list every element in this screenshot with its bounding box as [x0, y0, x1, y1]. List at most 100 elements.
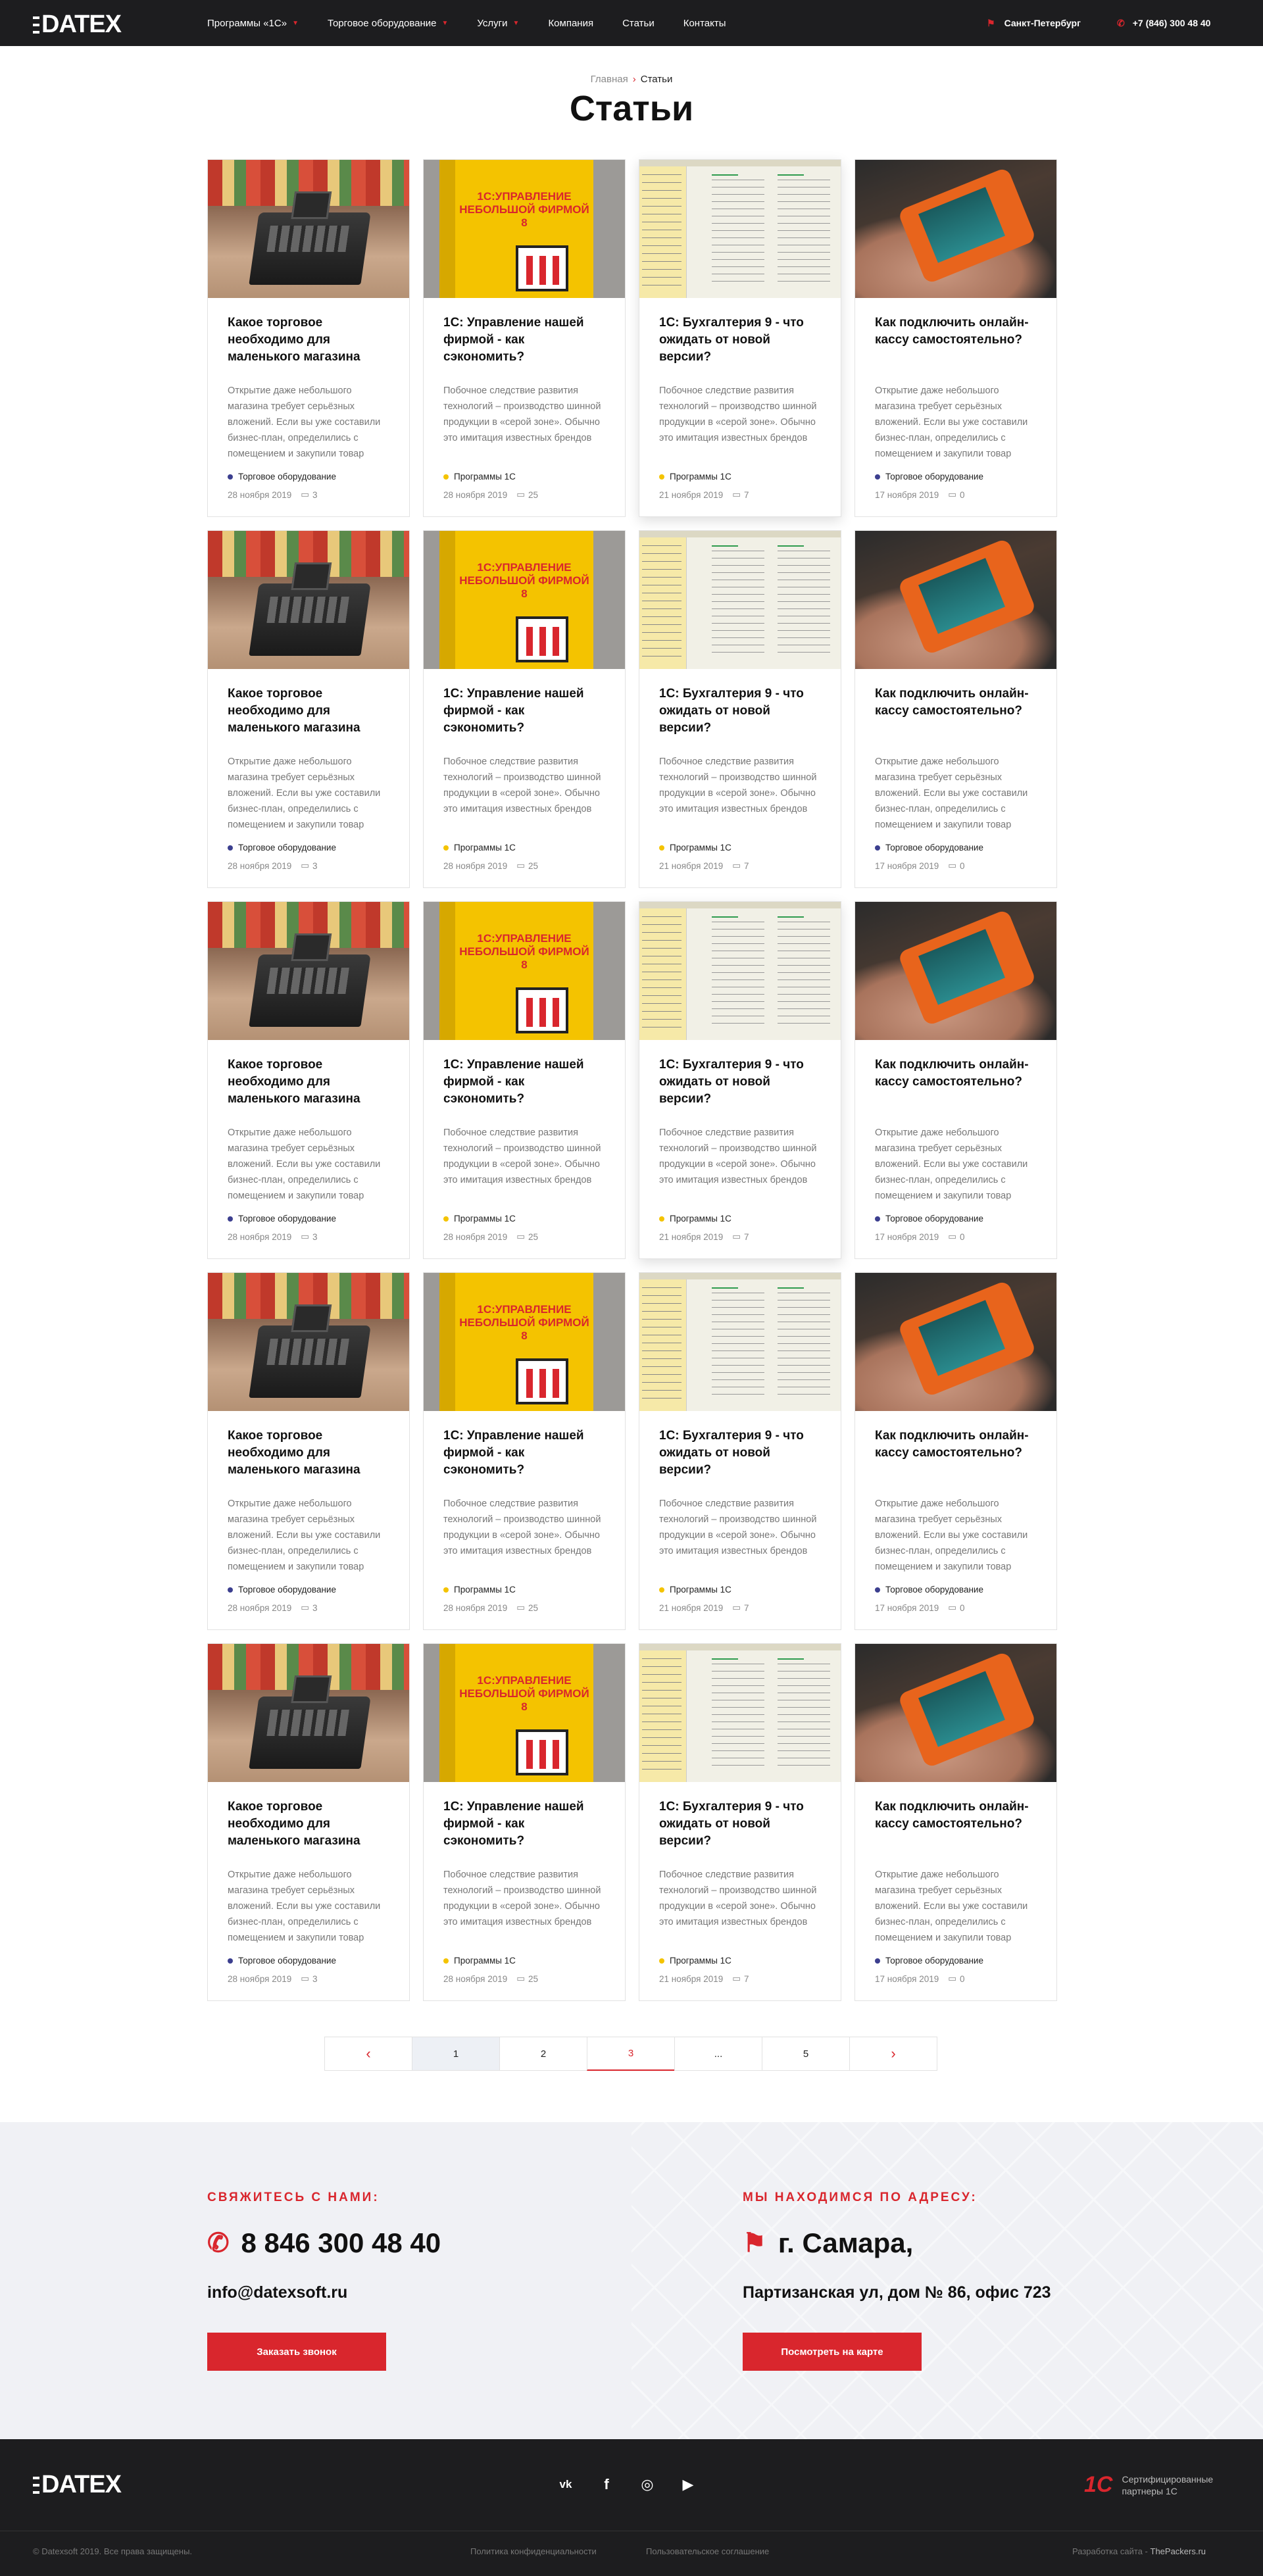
comment-count: 3: [312, 1973, 318, 1984]
article-meta: 17 ноября 2019 ▭ 0: [875, 1602, 1037, 1613]
article-category: Программы 1С: [443, 1956, 605, 1966]
header-phone[interactable]: ✆ +7 (846) 300 48 40: [1117, 0, 1210, 46]
pagination-next-button[interactable]: ›: [849, 2037, 937, 2071]
city-selector[interactable]: ⚑ Санкт-Петербург: [987, 0, 1081, 46]
developer-link[interactable]: ThePackers.ru: [1151, 2546, 1206, 2556]
breadcrumb-home[interactable]: Главная: [591, 74, 628, 85]
facebook-icon[interactable]: f: [597, 2475, 616, 2494]
article-card[interactable]: 1С:УПРАВЛЕНИЕ НЕБОЛЬШОЙ ФИРМОЙ 8 1С: Упра…: [423, 1643, 626, 2001]
article-description: Открытие даже небольшого магазина требуе…: [228, 1499, 381, 1572]
nav-item-1c-programs[interactable]: Программы «1С» ▼: [207, 18, 299, 29]
comment-count: 25: [528, 860, 539, 871]
article-card[interactable]: 1С:УПРАВЛЕНИЕ НЕБОЛЬШОЙ ФИРМОЙ 8 1С: Упра…: [423, 1272, 626, 1630]
article-category: Торговое оборудование: [228, 843, 389, 853]
address-city: ⚑ г. Самара,: [743, 2227, 914, 2258]
nav-item-articles[interactable]: Статьи: [622, 18, 655, 29]
article-card[interactable]: 1С: Бухгалтерия 9 - что ожидать от новой…: [639, 1272, 841, 1630]
article-date: 17 ноября 2019: [875, 489, 939, 500]
pagination-prev-button[interactable]: ‹: [324, 2037, 412, 2071]
comment-icon: ▭: [732, 860, 741, 870]
category-dot-icon: [659, 1958, 664, 1964]
privacy-link[interactable]: Политика конфиденциальности: [470, 2546, 597, 2556]
article-card[interactable]: 1С:УПРАВЛЕНИЕ НЕБОЛЬШОЙ ФИРМОЙ 8 1С: Упра…: [423, 901, 626, 1259]
comment-count: 3: [312, 1231, 318, 1242]
article-title: 1С: Управление нашей фирмой - как сэконо…: [443, 1429, 584, 1477]
category-dot-icon: [875, 474, 880, 480]
article-title: 1С: Управление нашей фирмой - как сэконо…: [443, 687, 584, 735]
pagination-page-5[interactable]: 5: [762, 2037, 850, 2071]
article-card[interactable]: Как подключить онлайн-кассу самостоятель…: [854, 159, 1057, 517]
article-category: Торговое оборудование: [875, 1585, 1037, 1595]
article-date: 28 ноября 2019: [228, 860, 292, 871]
1c-screenshot-image: [639, 1644, 841, 1782]
header-logo[interactable]: DATEX: [33, 11, 122, 39]
article-card[interactable]: Какое торговое необходимо для маленького…: [207, 159, 410, 517]
nav-item-company[interactable]: Компания: [548, 18, 593, 29]
article-card[interactable]: 1С: Бухгалтерия 9 - что ожидать от новой…: [639, 901, 841, 1259]
article-date: 28 ноября 2019: [228, 489, 292, 500]
breadcrumb-separator: ›: [632, 74, 636, 85]
agreement-link[interactable]: Пользовательское соглашение: [646, 2546, 769, 2556]
background-pattern: [632, 2122, 1263, 2439]
nav-item-equipment[interactable]: Торговое оборудование ▼: [328, 18, 448, 29]
nav-item-contacts[interactable]: Контакты: [683, 18, 726, 29]
article-category: Программы 1С: [443, 843, 605, 853]
contact-phone[interactable]: ✆ 8 846 300 48 40: [207, 2227, 441, 2259]
footer-logo[interactable]: DATEX: [33, 2471, 122, 2499]
article-category: Программы 1С: [443, 1214, 605, 1224]
instagram-icon[interactable]: ◎: [637, 2475, 657, 2494]
category-dot-icon: [443, 1958, 449, 1964]
article-card[interactable]: Как подключить онлайн-кассу самостоятель…: [854, 530, 1057, 888]
article-date: 21 ноября 2019: [659, 1602, 724, 1613]
youtube-icon[interactable]: ▶: [678, 2475, 698, 2494]
article-card[interactable]: 1С: Бухгалтерия 9 - что ожидать от новой…: [639, 530, 841, 888]
article-card[interactable]: 1С:УПРАВЛЕНИЕ НЕБОЛЬШОЙ ФИРМОЙ 8 1С: Упра…: [423, 530, 626, 888]
article-card[interactable]: Как подключить онлайн-кассу самостоятель…: [854, 1643, 1057, 2001]
article-card[interactable]: Как подключить онлайн-кассу самостоятель…: [854, 1272, 1057, 1630]
article-meta: 17 ноября 2019 ▭ 0: [875, 489, 1037, 500]
view-map-button[interactable]: Посмотреть на карте: [743, 2333, 922, 2371]
pagination-page-3[interactable]: 3: [587, 2037, 675, 2071]
article-card[interactable]: Как подключить онлайн-кассу самостоятель…: [854, 901, 1057, 1259]
contact-heading: СВЯЖИТЕСЬ С НАМИ:: [207, 2191, 380, 2204]
pagination-page-2[interactable]: 2: [499, 2037, 587, 2071]
article-title: Как подключить онлайн-кассу самостоятель…: [875, 687, 1029, 718]
article-title: Как подключить онлайн-кассу самостоятель…: [875, 1800, 1029, 1831]
comment-count: 7: [744, 489, 749, 500]
comment-icon: ▭: [732, 1231, 741, 1241]
article-card[interactable]: Какое торговое необходимо для маленького…: [207, 1272, 410, 1630]
pagination-page-1[interactable]: 1: [412, 2037, 500, 2071]
article-card[interactable]: 1С: Бухгалтерия 9 - что ожидать от новой…: [639, 1643, 841, 2001]
comment-count: 25: [528, 1973, 539, 1984]
logo-mark-icon: [33, 2476, 39, 2494]
order-call-button[interactable]: Заказать звонок: [207, 2333, 386, 2371]
vk-icon[interactable]: vk: [556, 2475, 576, 2494]
article-card[interactable]: 1С: Бухгалтерия 9 - что ожидать от новой…: [639, 159, 841, 517]
article-card[interactable]: Какое торговое необходимо для маленького…: [207, 901, 410, 1259]
article-date: 28 ноября 2019: [228, 1973, 292, 1984]
article-date: 21 ноября 2019: [659, 1973, 724, 1984]
article-date: 28 ноября 2019: [443, 1602, 508, 1613]
contact-email[interactable]: info@datexsoft.ru: [207, 2283, 347, 2302]
terminal-image: [855, 902, 1056, 1040]
flag-icon: ⚑: [987, 17, 995, 28]
article-category: Программы 1С: [659, 843, 821, 853]
comment-count: 0: [960, 489, 965, 500]
article-card[interactable]: Какое торговое необходимо для маленького…: [207, 530, 410, 888]
article-description: Открытие даже небольшого магазина требуе…: [228, 756, 381, 830]
comment-icon: ▭: [516, 1602, 525, 1612]
comment-icon: ▭: [516, 1973, 525, 1983]
article-card[interactable]: Какое торговое необходимо для маленького…: [207, 1643, 410, 2001]
article-category: Торговое оборудование: [228, 1214, 389, 1224]
site-footer: DATEX vk f ◎ ▶ 1С Сертифицированные парт…: [0, 2439, 1263, 2576]
comment-count: 0: [960, 860, 965, 871]
nav-item-services[interactable]: Услуги ▼: [477, 18, 519, 29]
chevron-down-icon: ▼: [512, 19, 520, 27]
comment-count: 0: [960, 1231, 965, 1242]
article-card[interactable]: 1С:УПРАВЛЕНИЕ НЕБОЛЬШОЙ ФИРМОЙ 8 1С: Упра…: [423, 159, 626, 517]
article-category: Торговое оборудование: [875, 843, 1037, 853]
article-title: Какое торговое необходимо для маленького…: [228, 1800, 360, 1848]
cash-register-image: [208, 1273, 409, 1411]
category-dot-icon: [443, 474, 449, 480]
article-description: Побочное следствие развития технологий –…: [659, 385, 817, 443]
